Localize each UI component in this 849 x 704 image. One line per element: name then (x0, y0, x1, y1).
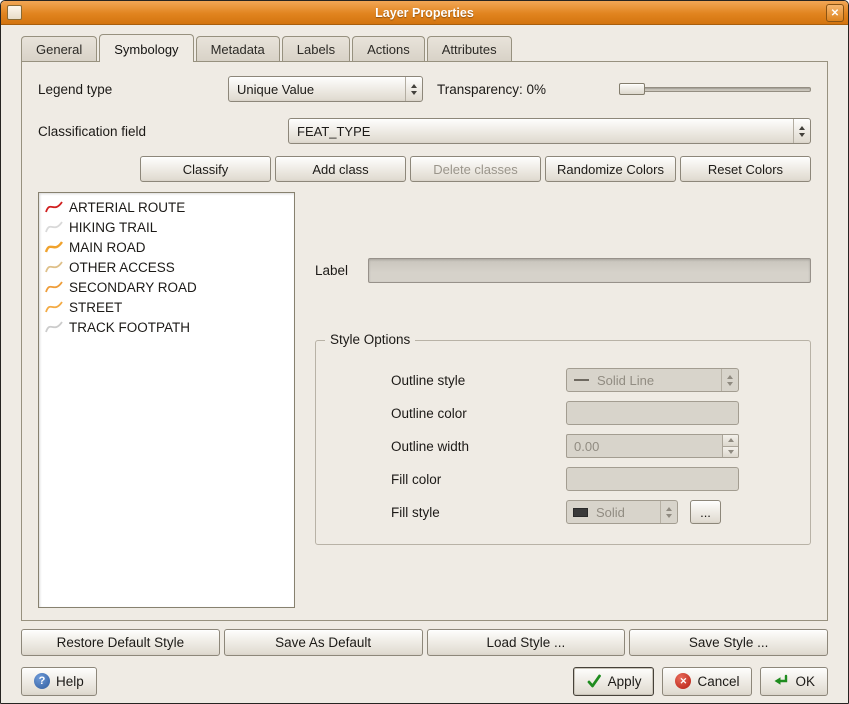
class-item-label: OTHER ACCESS (69, 260, 175, 275)
combo-arrows-icon (793, 119, 810, 143)
line-symbol-icon (44, 299, 64, 315)
label-field-label: Label (315, 263, 368, 278)
tab-metadata[interactable]: Metadata (196, 36, 280, 61)
reset-colors-button[interactable]: Reset Colors (680, 156, 811, 182)
outline-width-label: Outline width (391, 439, 566, 454)
classification-field-label: Classification field (38, 124, 288, 139)
dialog-footer: ? Help Apply ✕ Cancel OK (21, 666, 828, 696)
save-as-default-button[interactable]: Save As Default (224, 629, 423, 656)
enter-arrow-icon (773, 673, 789, 689)
transparency-slider[interactable] (619, 81, 811, 97)
label-input (368, 258, 811, 283)
class-item-label: SECONDARY ROAD (69, 280, 197, 295)
combo-arrows-icon (721, 369, 738, 391)
line-symbol-icon (44, 259, 64, 275)
slider-handle[interactable] (619, 83, 645, 95)
transparency-label: Transparency: 0% (437, 82, 546, 97)
tab-general[interactable]: General (21, 36, 97, 61)
randomize-colors-button[interactable]: Randomize Colors (545, 156, 676, 182)
apply-label: Apply (608, 674, 642, 689)
class-item[interactable]: HIKING TRAIL (41, 217, 292, 237)
fill-style-value: Solid (588, 505, 660, 520)
line-symbol-icon (44, 319, 64, 335)
outline-style-select: Solid Line (566, 368, 739, 392)
outline-width-input: 0.00 (566, 434, 739, 458)
help-label: Help (56, 674, 84, 689)
save-style-button[interactable]: Save Style ... (629, 629, 828, 656)
line-symbol-icon (44, 219, 64, 235)
class-item[interactable]: MAIN ROAD (41, 237, 292, 257)
class-item[interactable]: SECONDARY ROAD (41, 277, 292, 297)
help-icon: ? (34, 673, 50, 689)
load-style-button[interactable]: Load Style ... (427, 629, 626, 656)
classify-button[interactable]: Classify (140, 156, 271, 182)
class-item-label: HIKING TRAIL (69, 220, 157, 235)
fill-color-label: Fill color (391, 472, 566, 487)
class-actions-row: Classify Add class Delete classes Random… (38, 156, 811, 182)
classification-field-value: FEAT_TYPE (289, 124, 793, 139)
cancel-button[interactable]: ✕ Cancel (662, 667, 752, 696)
tab-symbology[interactable]: Symbology (99, 34, 193, 62)
symbology-panel: Legend type Unique Value Transparency: 0… (21, 61, 828, 621)
slider-track (619, 87, 811, 92)
outline-style-label: Outline style (391, 373, 566, 388)
fill-style-more-button[interactable]: ... (690, 500, 721, 524)
window-icon (7, 5, 22, 20)
title-bar[interactable]: Layer Properties ✕ (1, 1, 848, 25)
tab-labels[interactable]: Labels (282, 36, 350, 61)
outline-width-value: 0.00 (567, 439, 722, 454)
combo-arrows-icon (660, 501, 677, 523)
combo-arrows-icon (405, 77, 422, 101)
line-symbol-icon (44, 239, 64, 255)
class-item[interactable]: TRACK FOOTPATH (41, 317, 292, 337)
class-list[interactable]: ARTERIAL ROUTE HIKING TRAIL MAIN ROAD (38, 192, 295, 608)
classification-field-select[interactable]: FEAT_TYPE (288, 118, 811, 144)
tab-bar: General Symbology Metadata Labels Action… (1, 25, 848, 61)
outline-color-button (566, 401, 739, 425)
fill-style-select: Solid (566, 500, 678, 524)
restore-default-style-button[interactable]: Restore Default Style (21, 629, 220, 656)
class-item[interactable]: ARTERIAL ROUTE (41, 197, 292, 217)
tab-attributes[interactable]: Attributes (427, 36, 512, 61)
cancel-icon: ✕ (675, 673, 691, 689)
tab-actions[interactable]: Actions (352, 36, 425, 61)
style-options-group: Style Options Outline style Solid Line O… (315, 340, 811, 545)
class-item[interactable]: OTHER ACCESS (41, 257, 292, 277)
close-icon: ✕ (831, 8, 839, 19)
line-symbol-icon (44, 199, 64, 215)
solid-line-icon (574, 379, 589, 381)
style-options-title: Style Options (325, 332, 415, 347)
legend-type-label: Legend type (38, 82, 228, 97)
legend-type-select[interactable]: Unique Value (228, 76, 423, 102)
line-symbol-icon (44, 279, 64, 295)
help-button[interactable]: ? Help (21, 667, 97, 696)
solid-fill-swatch-icon (573, 508, 588, 517)
style-buttons-row: Restore Default Style Save As Default Lo… (21, 629, 828, 656)
check-icon (586, 673, 602, 689)
ok-button[interactable]: OK (760, 667, 828, 696)
outline-style-value: Solid Line (589, 373, 721, 388)
class-item-label: ARTERIAL ROUTE (69, 200, 185, 215)
layer-properties-dialog: Layer Properties ✕ General Symbology Met… (0, 0, 849, 704)
window-title: Layer Properties (375, 6, 474, 20)
spinner-arrows-icon (722, 435, 738, 457)
delete-classes-button: Delete classes (410, 156, 541, 182)
apply-button[interactable]: Apply (573, 667, 655, 696)
add-class-button[interactable]: Add class (275, 156, 406, 182)
legend-type-value: Unique Value (229, 82, 405, 97)
cancel-label: Cancel (697, 674, 739, 689)
class-item-label: STREET (69, 300, 122, 315)
ok-label: OK (795, 674, 815, 689)
fill-style-label: Fill style (391, 505, 566, 520)
class-item[interactable]: STREET (41, 297, 292, 317)
class-item-label: TRACK FOOTPATH (69, 320, 190, 335)
class-item-label: MAIN ROAD (69, 240, 146, 255)
fill-color-button (566, 467, 739, 491)
close-button[interactable]: ✕ (826, 4, 844, 22)
outline-color-label: Outline color (391, 406, 566, 421)
